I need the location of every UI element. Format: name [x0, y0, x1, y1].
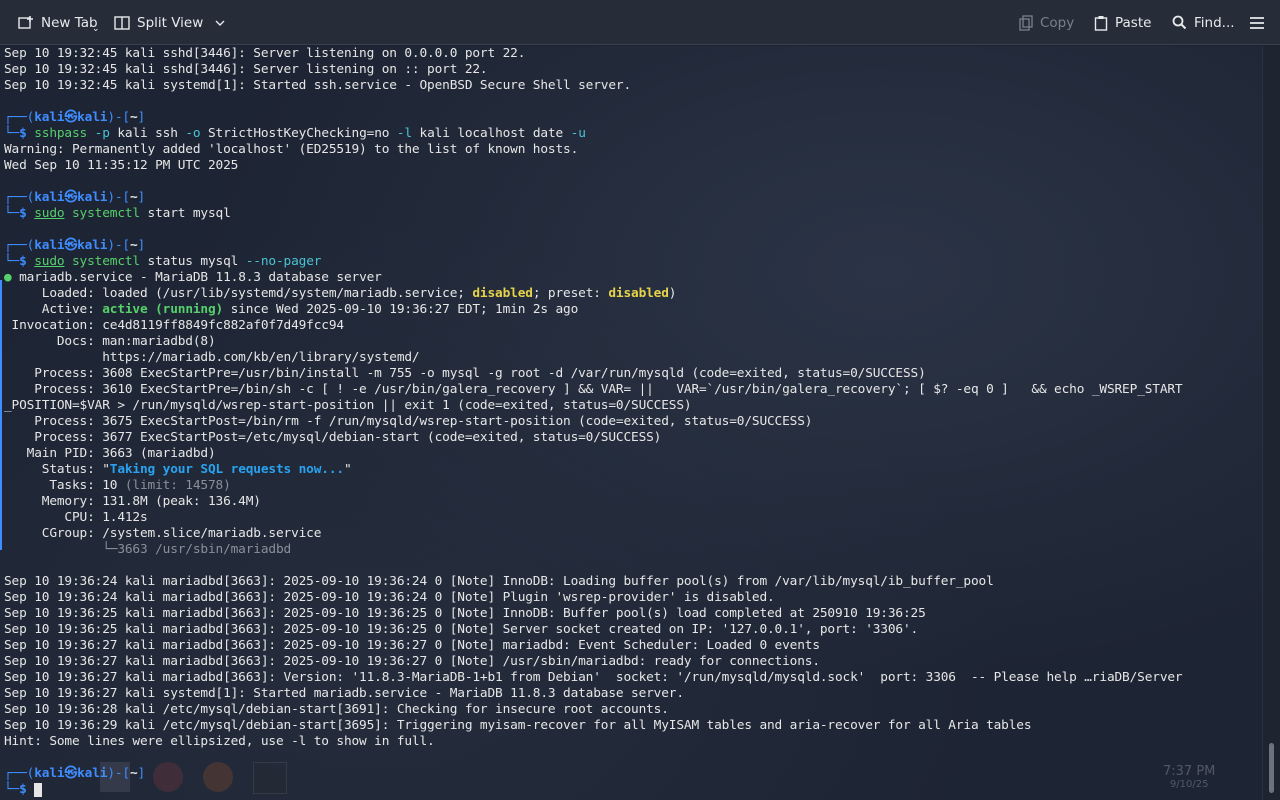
terminal-line: Invocation: ce4d8119ff8849fc882af0f7d49f… — [4, 318, 345, 333]
terminal-line: _POSITION=$VAR > /run/mysqld/wsrep-start… — [4, 398, 692, 413]
terminal-toolbar: New Tab ⌄ Split View Copy Paste Find... — [0, 0, 1280, 45]
search-icon — [1172, 15, 1187, 30]
new-tab-label: New Tab — [41, 14, 98, 31]
command-input-line[interactable]: └─$ — [4, 782, 1258, 798]
text-cursor — [34, 782, 43, 797]
paste-icon — [1094, 15, 1108, 31]
split-view-button[interactable]: Split View — [114, 0, 232, 45]
find-button[interactable]: Find... — [1172, 0, 1235, 45]
terminal-line: CPU: 1.412s — [4, 510, 148, 525]
loaded-line: Loaded: loaded (/usr/lib/systemd/system/… — [4, 286, 677, 301]
prompt-line: ┌──(kali㉿kali)-[~] — [4, 190, 146, 205]
command-line: └─$ sudo systemctl start mysql — [4, 206, 231, 221]
terminal-line: CGroup: /system.slice/mariadb.service — [4, 526, 322, 541]
vertical-scrollbar[interactable] — [1262, 46, 1280, 800]
journal-line: Sep 10 19:36:28 kali /etc/mysql/debian-s… — [4, 702, 669, 717]
prompt-line: ┌──(kali㉿kali)-[~] — [4, 110, 146, 125]
terminal-line: Docs: man:mariadbd(8) — [4, 334, 216, 349]
terminal-line: Sep 10 19:32:45 kali sshd[3446]: Server … — [4, 62, 488, 77]
journal-line: Sep 10 19:36:27 kali mariadbd[3663]: Ver… — [4, 670, 1183, 685]
status-line: Status: "Taking your SQL requests now...… — [4, 462, 352, 477]
journal-line: Sep 10 19:36:25 kali mariadbd[3663]: 202… — [4, 606, 926, 621]
hamburger-menu-button[interactable] — [1249, 0, 1272, 45]
terminal-output[interactable]: Sep 10 19:32:45 kali sshd[3446]: Server … — [4, 46, 1258, 800]
prompt-line: ┌──(kali㉿kali)-[~] — [4, 766, 146, 781]
scrollbar-thumb[interactable] — [1269, 743, 1274, 793]
journal-line: Sep 10 19:36:29 kali /etc/mysql/debian-s… — [4, 718, 1032, 733]
chevron-down-icon — [215, 20, 225, 26]
journal-line: Sep 10 19:36:25 kali mariadbd[3663]: 202… — [4, 622, 919, 637]
prompt-line: ┌──(kali㉿kali)-[~] — [4, 238, 146, 253]
paste-label: Paste — [1115, 14, 1152, 31]
paste-button[interactable]: Paste — [1094, 0, 1151, 45]
terminal-line: Main PID: 3663 (mariadbd) — [4, 446, 216, 461]
journal-line: Sep 10 19:36:27 kali mariadbd[3663]: 202… — [4, 638, 820, 653]
copy-label: Copy — [1040, 14, 1075, 31]
terminal-line: https://mariadb.com/kb/en/library/system… — [4, 350, 420, 365]
journal-line: Sep 10 19:36:27 kali systemd[1]: Started… — [4, 686, 684, 701]
journal-line: Sep 10 19:36:24 kali mariadbd[3663]: 202… — [4, 590, 775, 605]
hint-line: Hint: Some lines were ellipsized, use -l… — [4, 734, 435, 749]
terminal-line: Process: 3677 ExecStartPost=/etc/mysql/d… — [4, 430, 662, 445]
new-tab-button[interactable]: New Tab ⌄ — [18, 0, 100, 45]
terminal-line: Process: 3608 ExecStartPre=/usr/bin/inst… — [4, 366, 926, 381]
active-line: Active: active (running) since Wed 2025-… — [4, 302, 579, 317]
terminal-line: Warning: Permanently added 'localhost' (… — [4, 142, 579, 157]
terminal-line: Process: 3675 ExecStartPost=/bin/rm -f /… — [4, 414, 813, 429]
command-line: └─$ sudo systemctl status mysql --no-pag… — [4, 254, 322, 269]
terminal-line: Sep 10 19:32:45 kali systemd[1]: Started… — [4, 78, 632, 93]
copy-button[interactable]: Copy — [1019, 0, 1074, 45]
service-title-line: ● mariadb.service - MariaDB 11.8.3 datab… — [4, 270, 382, 285]
find-label: Find... — [1194, 14, 1235, 31]
new-tab-icon — [18, 15, 33, 29]
chevron-down-icon: ⌄ — [92, 24, 100, 34]
split-view-label: Split View — [137, 14, 204, 31]
journal-line: Sep 10 19:36:27 kali mariadbd[3663]: 202… — [4, 654, 820, 669]
journal-line: Sep 10 19:36:24 kali mariadbd[3663]: 202… — [4, 574, 994, 589]
terminal-line: Process: 3610 ExecStartPre=/bin/sh -c [ … — [4, 382, 1183, 397]
selection-marker — [0, 280, 2, 550]
terminal-line: Wed Sep 10 11:35:12 PM UTC 2025 — [4, 158, 239, 173]
split-view-icon — [114, 15, 130, 30]
tasks-line: Tasks: 10 (limit: 14578) — [4, 478, 231, 493]
terminal-line: Memory: 131.8M (peak: 136.4M) — [4, 494, 261, 509]
terminal-line: Sep 10 19:32:45 kali sshd[3446]: Server … — [4, 46, 526, 61]
hamburger-menu-icon — [1250, 16, 1264, 29]
terminal-line: └─3663 /usr/sbin/mariadbd — [4, 542, 292, 557]
copy-icon — [1019, 14, 1033, 31]
command-line: └─$ sshpass -p kali ssh -o StrictHostKey… — [4, 126, 586, 141]
